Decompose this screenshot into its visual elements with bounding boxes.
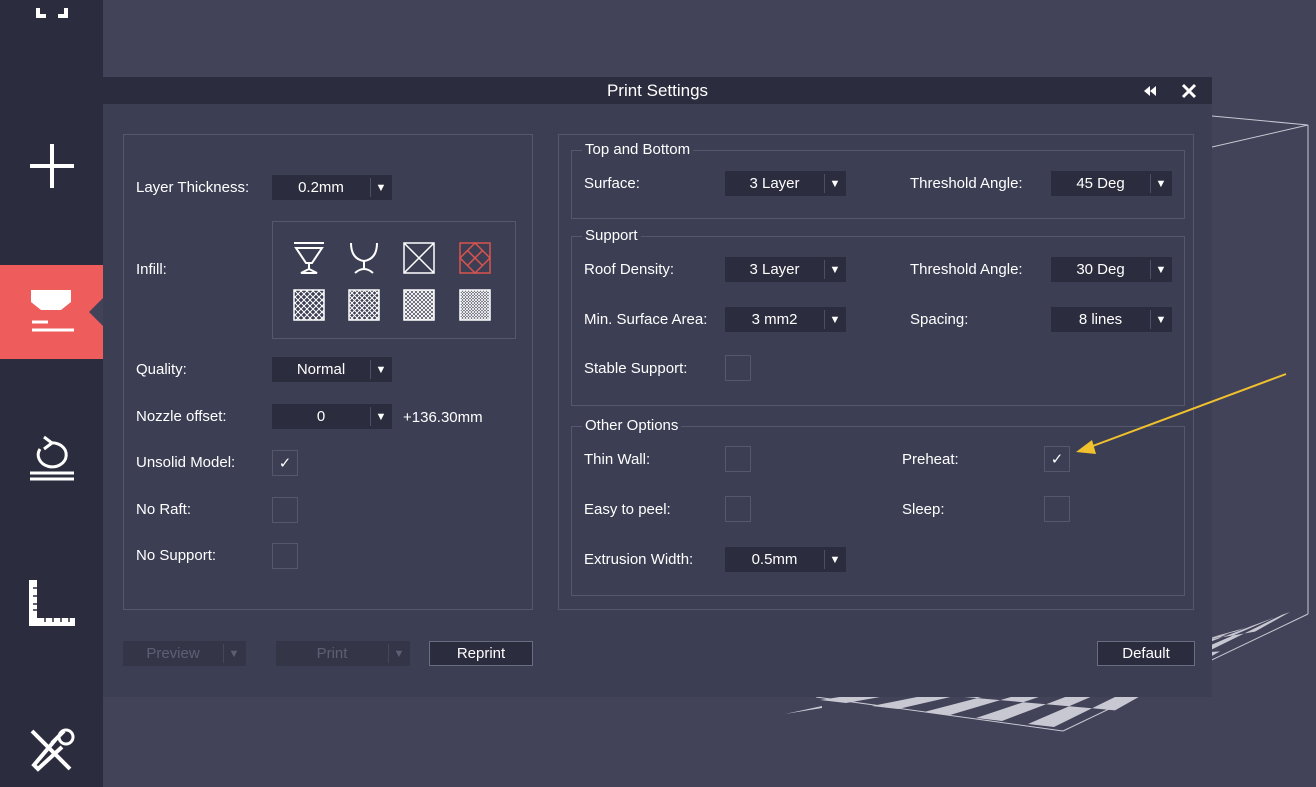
dialog-titlebar: Print Settings [103, 77, 1212, 104]
nozzle-offset-label: Nozzle offset: [136, 408, 227, 425]
quality-label: Quality: [136, 361, 187, 378]
print-button-label: Print [316, 645, 348, 662]
preheat-label: Preheat: [902, 451, 959, 468]
surface-label: Surface: [584, 175, 640, 192]
sidebar-item-print-settings[interactable] [0, 265, 103, 359]
unsolid-model-checkbox[interactable]: ✓ [272, 450, 298, 476]
preview-button[interactable]: Preview ▼ [123, 641, 246, 666]
checker-tile [924, 698, 1001, 715]
no-raft-label: No Raft: [136, 501, 192, 518]
chevron-down-icon: ▼ [375, 363, 387, 376]
stable-support-checkbox[interactable] [725, 355, 751, 381]
tools-icon [30, 728, 74, 772]
layer-thickness-select[interactable]: 0.2mm ▼ [272, 175, 392, 200]
grid-fill-2-icon[interactable] [347, 288, 381, 322]
quality-value: Normal [296, 361, 346, 378]
spacing-label: Spacing: [910, 311, 969, 328]
top-bottom-title: Top and Bottom [582, 141, 694, 159]
nozzle-offset-select[interactable]: 0 ▼ [272, 404, 392, 429]
chevron-down-icon: ▼ [1155, 177, 1167, 190]
no-support-checkbox[interactable] [272, 543, 298, 569]
surface-value: 3 Layer [749, 175, 800, 192]
extrusion-width-value: 0.5mm [751, 551, 798, 568]
ruler-icon [28, 580, 75, 626]
grid-fill-4-icon[interactable] [458, 288, 492, 322]
sleep-checkbox[interactable] [1044, 496, 1070, 522]
chevron-down-icon: ▼ [1155, 313, 1167, 326]
reprint-button[interactable]: Reprint [429, 641, 533, 666]
no-raft-checkbox[interactable] [272, 497, 298, 523]
support-threshold-angle-value: 30 Deg [1076, 261, 1125, 278]
chevron-down-icon: ▼ [829, 313, 841, 326]
layer-thickness-value: 0.2mm [298, 179, 344, 196]
close-icon[interactable] [1179, 81, 1199, 101]
support-threshold-angle-select[interactable]: 30 Deg ▼ [1051, 257, 1172, 282]
min-surface-area-select[interactable]: 3 mm2 ▼ [725, 307, 846, 332]
spacing-value: 8 lines [1078, 311, 1123, 328]
min-surface-area-label: Min. Surface Area: [584, 311, 708, 328]
nozzle-offset-value: 0 [316, 408, 326, 425]
grid-fill-3-icon[interactable] [402, 288, 436, 322]
support-title: Support [582, 227, 641, 245]
checker-tile [976, 702, 1047, 721]
sidebar-item-top[interactable] [0, 0, 103, 47]
sidebar-item-tools[interactable] [0, 704, 103, 787]
nozzle-offset-extra: +136.30mm [403, 409, 483, 426]
spacing-select[interactable]: 8 lines ▼ [1051, 307, 1172, 332]
roof-density-select[interactable]: 3 Layer ▼ [725, 257, 846, 282]
other-options-title: Other Options [582, 417, 682, 435]
print-settings-dialog: Print Settings Layer Thickness: 0.2mm ▼ … [103, 77, 1212, 697]
print-settings-icon [30, 290, 74, 332]
infill-label: Infill: [136, 261, 167, 278]
chevron-down-icon: ▼ [829, 263, 841, 276]
chevron-down-icon: ▼ [375, 410, 387, 423]
extrusion-width-select[interactable]: 0.5mm ▼ [725, 547, 846, 572]
easy-to-peel-label: Easy to peel: [584, 501, 671, 518]
support-threshold-angle-label: Threshold Angle: [910, 261, 1023, 278]
hollow-cup-icon[interactable] [292, 241, 326, 275]
unsolid-model-label: Unsolid Model: [136, 454, 236, 471]
add-icon [29, 144, 74, 188]
no-support-label: No Support: [136, 547, 217, 564]
diamond-box-icon[interactable] [458, 241, 492, 275]
sidebar [0, 0, 103, 787]
chevron-down-icon: ▼ [829, 177, 841, 190]
chevron-down-icon: ▼ [228, 647, 240, 660]
default-button[interactable]: Default [1097, 641, 1195, 666]
rewind-icon[interactable] [1140, 81, 1160, 101]
roof-density-value: 3 Layer [749, 261, 800, 278]
checker-tile [1244, 612, 1290, 634]
sleep-label: Sleep: [902, 501, 945, 518]
tb-threshold-angle-label: Threshold Angle: [910, 175, 1023, 192]
sidebar-item-rotate[interactable] [0, 412, 103, 506]
chevron-down-icon: ▼ [375, 181, 387, 194]
chevron-down-icon: ▼ [1155, 263, 1167, 276]
chevron-down-icon: ▼ [393, 647, 405, 660]
preheat-checkbox[interactable]: ✓ [1044, 446, 1070, 472]
dialog-title: Print Settings [606, 81, 709, 100]
min-surface-area-value: 3 mm2 [751, 311, 798, 328]
open-cup-icon[interactable] [347, 241, 381, 275]
sidebar-item-measure[interactable] [0, 558, 103, 652]
layer-thickness-label: Layer Thickness: [136, 179, 250, 196]
grid-fill-1-icon[interactable] [292, 288, 326, 322]
stable-support-label: Stable Support: [584, 360, 688, 377]
checker-tile [1028, 706, 1093, 727]
thin-wall-checkbox[interactable] [725, 446, 751, 472]
surface-select[interactable]: 3 Layer ▼ [725, 171, 846, 196]
tb-threshold-angle-value: 45 Deg [1076, 175, 1125, 192]
thin-wall-label: Thin Wall: [584, 451, 651, 468]
cross-box-icon[interactable] [402, 241, 436, 275]
preview-button-label: Preview [146, 645, 200, 662]
quality-select[interactable]: Normal ▼ [272, 357, 392, 382]
print-button[interactable]: Print ▼ [276, 641, 410, 666]
chevron-down-icon: ▼ [829, 553, 841, 566]
extrusion-width-label: Extrusion Width: [584, 551, 694, 568]
roof-density-label: Roof Density: [584, 261, 675, 278]
rotate-icon [29, 435, 74, 481]
top-partial-icon [35, 8, 68, 18]
tb-threshold-angle-select[interactable]: 45 Deg ▼ [1051, 171, 1172, 196]
sidebar-item-add[interactable] [0, 119, 103, 213]
easy-to-peel-checkbox[interactable] [725, 496, 751, 522]
